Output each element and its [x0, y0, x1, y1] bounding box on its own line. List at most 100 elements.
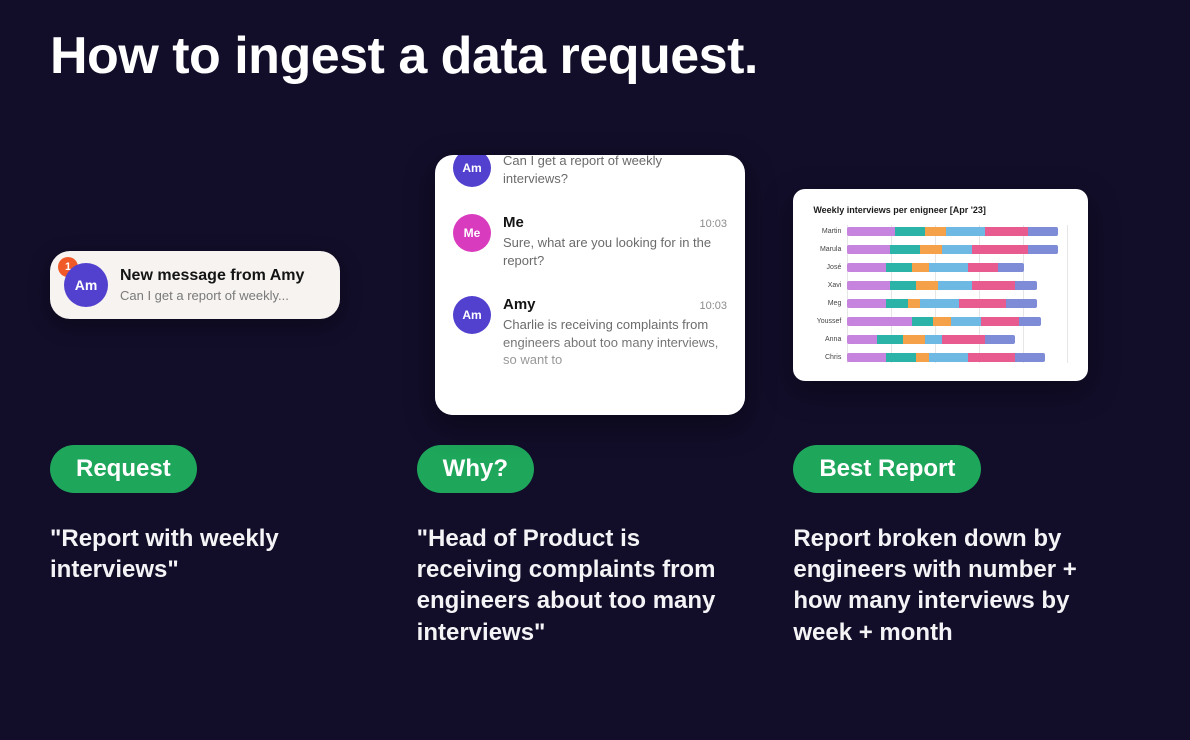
- chart-segment: [938, 281, 972, 290]
- chart-bar: [847, 227, 1058, 236]
- notification-body: Can I get a report of weekly...: [120, 288, 318, 303]
- message-text: Can I get a report of weekly interviews?: [503, 155, 727, 187]
- chart-row: Anna: [807, 333, 1068, 345]
- chart-bar: [847, 299, 1036, 308]
- chat-message: Am Amy 10:03 Charlie is receiving complaint…: [453, 282, 727, 382]
- chart-row-label: Youssef: [807, 318, 841, 325]
- chart-segment: [920, 299, 959, 308]
- chart-segment: [925, 335, 942, 344]
- chart-row: Martin: [807, 225, 1068, 237]
- chart-segment: [847, 227, 894, 236]
- chart-row-label: Meg: [807, 300, 841, 307]
- chart-segment: [847, 263, 886, 272]
- desc-best: Report broken down by engineers with num…: [793, 523, 1103, 648]
- chart-segment: [916, 353, 929, 362]
- chart-segment: [1019, 317, 1041, 326]
- desc-why: "Head of Product is receiving complaints…: [417, 523, 727, 648]
- visual-best: Weekly interviews per enigneer [Apr '23]…: [793, 155, 1140, 415]
- chart-row: Meg: [807, 297, 1068, 309]
- chart-row-label: José: [807, 264, 841, 271]
- chart-row: Youssef: [807, 315, 1068, 327]
- chart-bar: [847, 263, 1023, 272]
- chart-segment: [985, 335, 1015, 344]
- chart-segment: [929, 353, 968, 362]
- chart-segment: [895, 227, 925, 236]
- chart-segment: [1006, 299, 1036, 308]
- chart-segment: [942, 335, 985, 344]
- avatar: Am: [453, 155, 491, 187]
- chart-row: Marula: [807, 243, 1068, 255]
- chart-segment: [968, 263, 998, 272]
- column-request: 1 Am New message from Amy Can I get a re…: [50, 155, 397, 648]
- chart-segment: [877, 335, 903, 344]
- chart-row-label: Marula: [807, 246, 841, 253]
- chart-segment: [998, 263, 1024, 272]
- chart-row: Xavi: [807, 279, 1068, 291]
- pill-best: Best Report: [793, 445, 981, 493]
- chart-segment: [847, 299, 886, 308]
- chart-segment: [981, 317, 1020, 326]
- chart-bar: [847, 353, 1045, 362]
- chart-card: Weekly interviews per enigneer [Apr '23]…: [793, 189, 1088, 381]
- message-time: 10:03: [699, 300, 727, 312]
- chart-segment: [903, 335, 925, 344]
- pill-request: Request: [50, 445, 197, 493]
- chart-segment: [1015, 281, 1037, 290]
- chart-segment: [886, 299, 908, 308]
- chat-message: Me Me 10:03 Sure, what are you looking for …: [453, 200, 727, 282]
- page-title: How to ingest a data request.: [50, 28, 758, 85]
- avatar: Am: [64, 263, 108, 307]
- chart-segment: [890, 281, 916, 290]
- pill-why: Why?: [417, 445, 534, 493]
- chart-segment: [847, 353, 886, 362]
- chart-segment: [886, 263, 912, 272]
- message-sender: Me: [503, 214, 524, 231]
- chart-segment: [912, 263, 929, 272]
- avatar: Me: [453, 214, 491, 252]
- chart-segment: [972, 281, 1015, 290]
- chart-segment: [933, 317, 950, 326]
- message-text: Sure, what are you looking for in the re…: [503, 234, 727, 269]
- chat-card: Am Can I get a report of weekly interview…: [435, 155, 745, 415]
- chart-segment: [946, 227, 985, 236]
- chart-bar: [847, 335, 1015, 344]
- chart-row: Chris: [807, 351, 1068, 363]
- chart-segment: [890, 245, 920, 254]
- chart-bar: [847, 281, 1036, 290]
- chart-segment: [847, 281, 890, 290]
- column-why: Am Can I get a report of weekly interview…: [397, 155, 764, 648]
- visual-request: 1 Am New message from Amy Can I get a re…: [50, 155, 397, 415]
- chart-segment: [959, 299, 1006, 308]
- chart-segment: [912, 317, 934, 326]
- chart-row-label: Martin: [807, 228, 841, 235]
- chart-segment: [847, 317, 912, 326]
- notification-title: New message from Amy: [120, 267, 318, 285]
- chart-row-label: Xavi: [807, 282, 841, 289]
- column-best: Weekly interviews per enigneer [Apr '23]…: [763, 155, 1140, 648]
- chart-bar: [847, 317, 1041, 326]
- avatar: Am: [453, 296, 491, 334]
- chart-area: Martin Marula José Xavi Meg Youssef Anna Chris: [807, 225, 1068, 363]
- chat-message: Am Can I get a report of weekly interview…: [453, 155, 727, 200]
- chart-segment: [886, 353, 916, 362]
- message-sender: Amy: [503, 296, 536, 313]
- message-text: Charlie is receiving complaints from eng…: [503, 316, 727, 369]
- chart-segment: [972, 245, 1028, 254]
- chart-segment: [916, 281, 938, 290]
- chart-segment: [908, 299, 921, 308]
- chart-segment: [985, 227, 1028, 236]
- notification-card: 1 Am New message from Amy Can I get a re…: [50, 251, 340, 319]
- visual-why: Am Can I get a report of weekly interview…: [417, 155, 764, 415]
- columns: 1 Am New message from Amy Can I get a re…: [0, 155, 1190, 648]
- chart-segment: [847, 245, 890, 254]
- chart-segment: [847, 335, 877, 344]
- chart-row-label: Chris: [807, 354, 841, 361]
- chart-row-label: Anna: [807, 336, 841, 343]
- chart-segment: [925, 227, 947, 236]
- chart-segment: [1015, 353, 1045, 362]
- chart-title: Weekly interviews per enigneer [Apr '23]: [813, 205, 1068, 215]
- chart-segment: [1028, 245, 1058, 254]
- chart-segment: [929, 263, 968, 272]
- chart-segment: [920, 245, 942, 254]
- message-time: 10:03: [699, 218, 727, 230]
